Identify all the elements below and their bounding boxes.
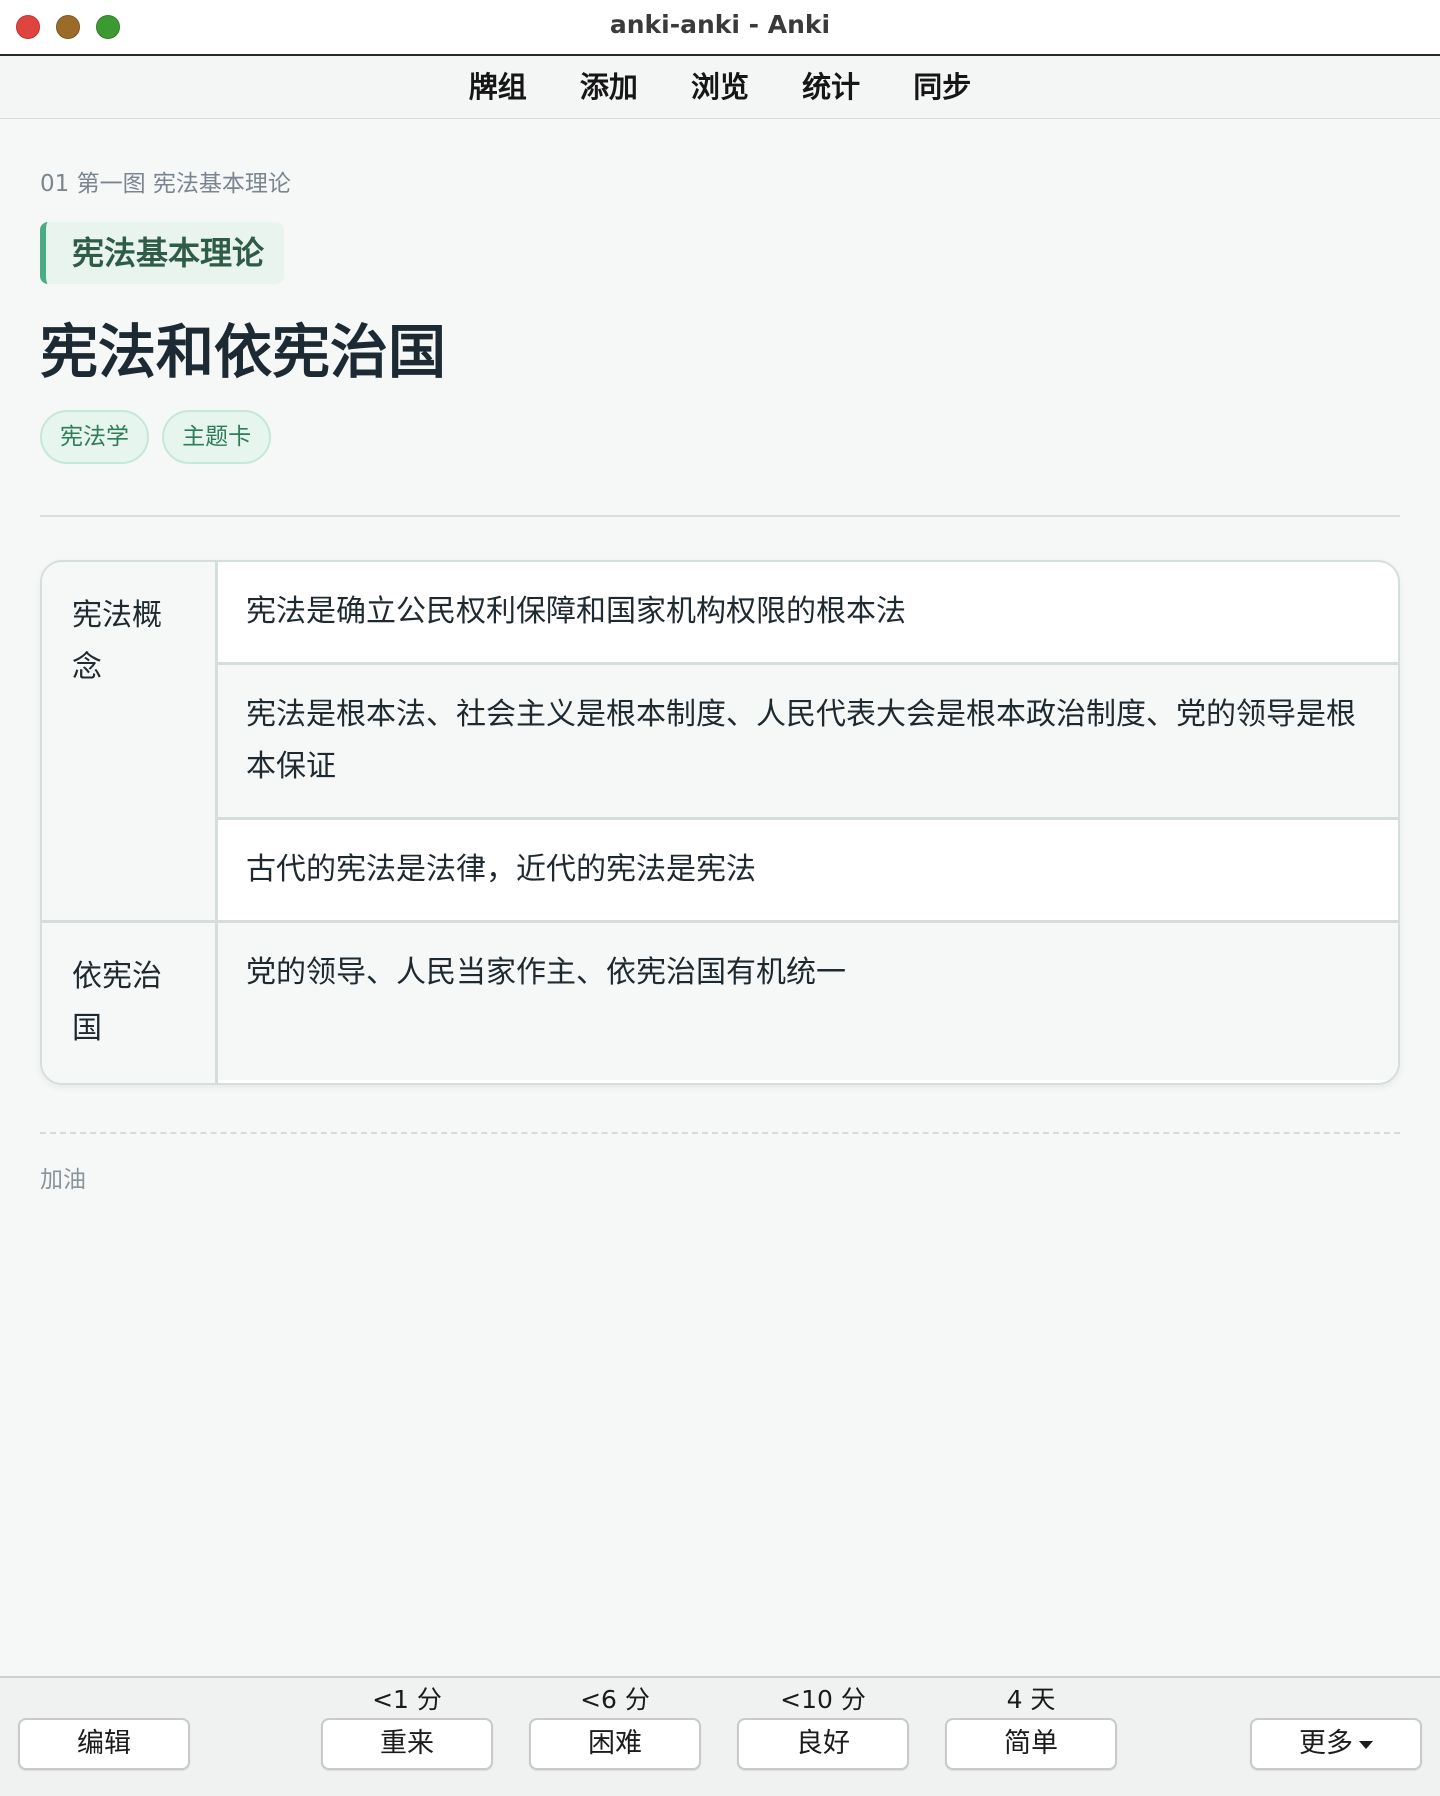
tag-list: 宪法学 主题卡 bbox=[40, 410, 279, 464]
again-button[interactable]: 重来 bbox=[321, 1718, 493, 1770]
nav-add[interactable]: 添加 bbox=[580, 56, 638, 118]
tag-chip: 宪法学 bbox=[40, 410, 149, 464]
section-badge: 宪法基本理论 bbox=[40, 222, 285, 284]
more-label: 更多 bbox=[1299, 1728, 1353, 1759]
table-row: 宪法概念 宪法是确立公民权利保障和国家机构权限的根本法 宪法是根本法、社会主义是… bbox=[42, 562, 1398, 920]
top-nav: 牌组 添加 浏览 统计 同步 bbox=[0, 56, 1440, 119]
window-title: anki-anki - Anki bbox=[609, 10, 831, 39]
row-category: 依宪治国 bbox=[42, 923, 218, 1083]
caret-down-icon bbox=[1359, 1740, 1373, 1749]
interval-again: <1 分 bbox=[372, 1685, 442, 1714]
edit-button[interactable]: 编辑 bbox=[18, 1718, 190, 1770]
divider bbox=[40, 515, 1400, 517]
title-bar: anki-anki - Anki bbox=[0, 0, 1440, 56]
card-title: 宪法和依宪治国 bbox=[40, 318, 447, 386]
more-button[interactable]: 更多 bbox=[1250, 1718, 1422, 1770]
nav-stats[interactable]: 统计 bbox=[802, 56, 860, 118]
hard-button[interactable]: 困难 bbox=[529, 1718, 701, 1770]
table-cell: 宪法是根本法、社会主义是根本制度、人民代表大会是根本政治制度、党的领导是根本保证 bbox=[218, 662, 1398, 817]
knowledge-table: 宪法概念 宪法是确立公民权利保障和国家机构权限的根本法 宪法是根本法、社会主义是… bbox=[40, 560, 1400, 1085]
row-category: 宪法概念 bbox=[42, 562, 218, 920]
row-cells: 宪法是确立公民权利保障和国家机构权限的根本法 宪法是根本法、社会主义是根本制度、… bbox=[218, 562, 1398, 920]
nav-decks[interactable]: 牌组 bbox=[469, 56, 527, 118]
dashed-divider bbox=[40, 1132, 1400, 1134]
good-button[interactable]: 良好 bbox=[737, 1718, 909, 1770]
nav-sync[interactable]: 同步 bbox=[913, 56, 971, 118]
table-cell: 古代的宪法是法律，近代的宪法是宪法 bbox=[218, 817, 1398, 920]
interval-easy: 4 天 bbox=[1006, 1685, 1056, 1714]
easy-button[interactable]: 简单 bbox=[945, 1718, 1117, 1770]
table-cell: 宪法是确立公民权利保障和国家机构权限的根本法 bbox=[246, 594, 906, 629]
table-cell: 党的领导、人民当家作主、依宪治国有机统一 bbox=[218, 923, 1398, 1080]
tag-chip: 主题卡 bbox=[162, 410, 272, 464]
row-cells: 党的领导、人民当家作主、依宪治国有机统一 bbox=[218, 923, 1398, 1083]
footer-note: 加油 bbox=[40, 1167, 86, 1193]
table-row: 依宪治国 党的领导、人民当家作主、依宪治国有机统一 bbox=[42, 920, 1398, 1083]
answer-bar: 编辑 <1 分 重来 <6 分 困难 <10 分 良好 4 天 简单 更多 bbox=[0, 1676, 1440, 1796]
nav-browse[interactable]: 浏览 bbox=[691, 56, 749, 118]
interval-good: <10 分 bbox=[780, 1685, 866, 1714]
interval-hard: <6 分 bbox=[580, 1685, 650, 1714]
deck-path: 01 第一图 宪法基本理论 bbox=[40, 171, 291, 197]
anki-window: anki-anki - Anki 牌组 添加 浏览 统计 同步 01 第一图 宪… bbox=[0, 0, 1440, 1796]
